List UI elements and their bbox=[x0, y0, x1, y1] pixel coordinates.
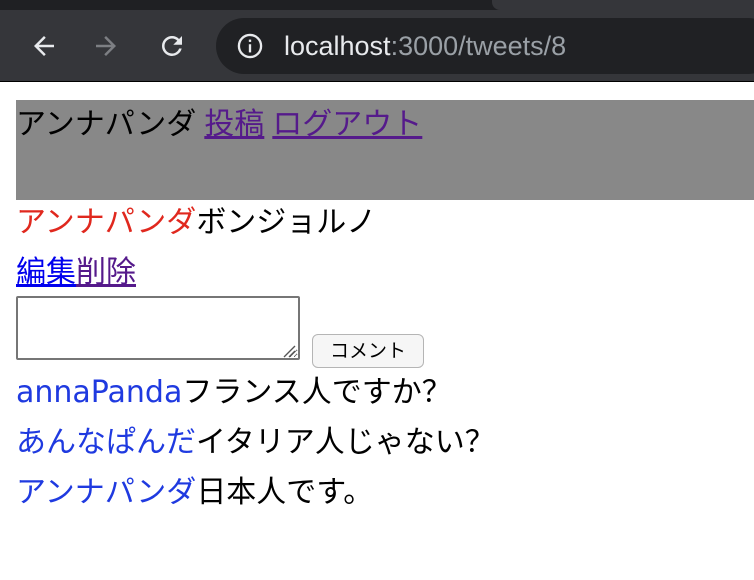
comment-user: アンナパンダ bbox=[16, 475, 197, 510]
comment-user: annaPanda bbox=[16, 375, 183, 410]
back-icon[interactable] bbox=[26, 28, 62, 64]
tab-edge bbox=[492, 0, 754, 10]
url-host: localhost bbox=[284, 31, 391, 61]
comment-text: イタリア人じゃない？ bbox=[196, 425, 495, 460]
info-icon[interactable] bbox=[236, 32, 264, 60]
url-text[interactable]: localhost:3000/tweets/8 bbox=[284, 31, 566, 61]
tweet-author: アンナパンダ bbox=[16, 205, 197, 240]
forward-icon[interactable] bbox=[88, 28, 124, 64]
comment-item: アンナパンダ日本人です。 bbox=[16, 474, 373, 512]
logout-link[interactable]: ログアウト bbox=[272, 107, 422, 142]
site-header: アンナパンダ 投稿 ログアウト bbox=[16, 100, 754, 200]
browser-toolbar: localhost:3000/tweets/8 bbox=[0, 10, 754, 82]
reload-icon[interactable] bbox=[154, 28, 190, 64]
comment-textarea[interactable] bbox=[16, 296, 300, 360]
comment-user: あんなぱんだ bbox=[16, 425, 196, 460]
delete-link[interactable]: 削除 bbox=[76, 255, 136, 290]
address-bar[interactable]: localhost:3000/tweets/8 bbox=[216, 18, 754, 74]
tweet-text: ボンジョルノ bbox=[196, 205, 377, 240]
comment-text: フランス人ですか？ bbox=[182, 375, 452, 410]
tab-strip bbox=[0, 0, 754, 10]
resize-grip-icon[interactable] bbox=[282, 344, 296, 358]
post-link[interactable]: 投稿 bbox=[204, 107, 264, 142]
comment-item: あんなぱんだイタリア人じゃない？ bbox=[16, 424, 495, 462]
tweet: アンナパンダボンジョルノ bbox=[16, 204, 376, 242]
edit-link[interactable]: 編集 bbox=[16, 255, 76, 290]
comment-submit-button[interactable]: コメント bbox=[312, 334, 424, 368]
comment-text: 日本人です。 bbox=[196, 475, 374, 510]
current-user-name: アンナパンダ bbox=[16, 107, 197, 142]
url-path: :3000/tweets/8 bbox=[390, 31, 567, 61]
comment-item: annaPandaフランス人ですか？ bbox=[16, 374, 452, 412]
tweet-actions: 編集削除 bbox=[16, 254, 136, 292]
